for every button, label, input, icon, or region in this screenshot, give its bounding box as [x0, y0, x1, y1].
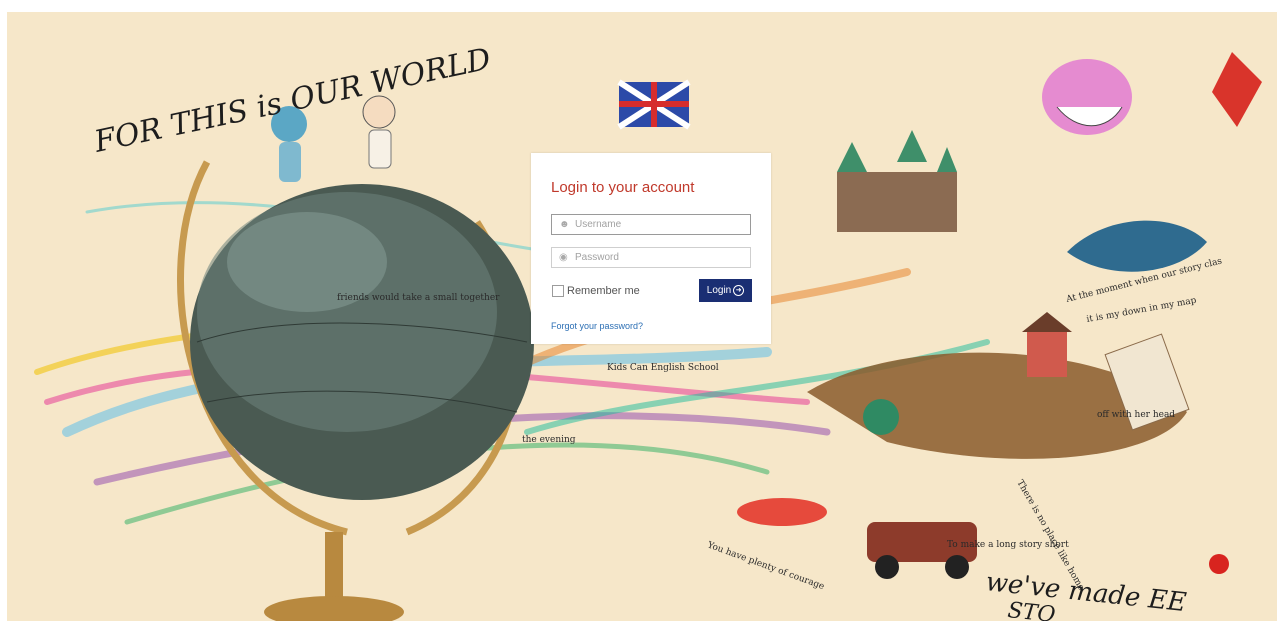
house	[1022, 312, 1072, 377]
password-input[interactable]	[573, 252, 745, 263]
school-name: Kids Can English School	[607, 363, 719, 373]
book-phrase-2: off with her head	[1097, 410, 1175, 420]
login-button[interactable]: Login ➜	[699, 279, 752, 302]
book-phrase-4: friends would take a small together	[337, 293, 500, 303]
remember-label: Remember me	[567, 285, 640, 297]
login-title: Login to your account	[551, 179, 695, 196]
username-input[interactable]	[573, 219, 745, 230]
remember-checkbox[interactable]	[552, 285, 564, 297]
cheshire-cat	[1042, 59, 1132, 135]
globe	[190, 184, 534, 500]
forgot-password-link[interactable]: Forgot your password?	[551, 321, 643, 331]
rocket	[737, 498, 827, 526]
arrow-circle-right-icon: ➜	[733, 285, 745, 296]
login-label: Login	[706, 285, 732, 296]
remember-me[interactable]: Remember me	[552, 285, 640, 297]
whale	[1067, 220, 1207, 272]
book-phrase-8: You have plenty of courage	[705, 540, 826, 592]
username-field[interactable]: ☻	[551, 214, 751, 235]
user-icon: ☻	[559, 219, 570, 230]
lock-icon: ◉	[559, 252, 568, 263]
login-panel: Login to your account ☻ ◉ Remember me Lo…	[531, 153, 771, 344]
book-phrase-3: the evening	[522, 435, 576, 445]
apple	[1209, 554, 1229, 574]
footer-handwriting-2: STO	[1006, 598, 1056, 621]
red-car	[867, 522, 977, 579]
book-phrase-7: To make a long story short	[947, 540, 1069, 550]
castle	[837, 130, 957, 232]
flag-bow	[617, 79, 691, 130]
password-field[interactable]: ◉	[551, 247, 751, 268]
planet	[863, 399, 899, 435]
kite	[1212, 52, 1262, 127]
book-phrase-5: it is my down in my map	[1086, 296, 1198, 325]
